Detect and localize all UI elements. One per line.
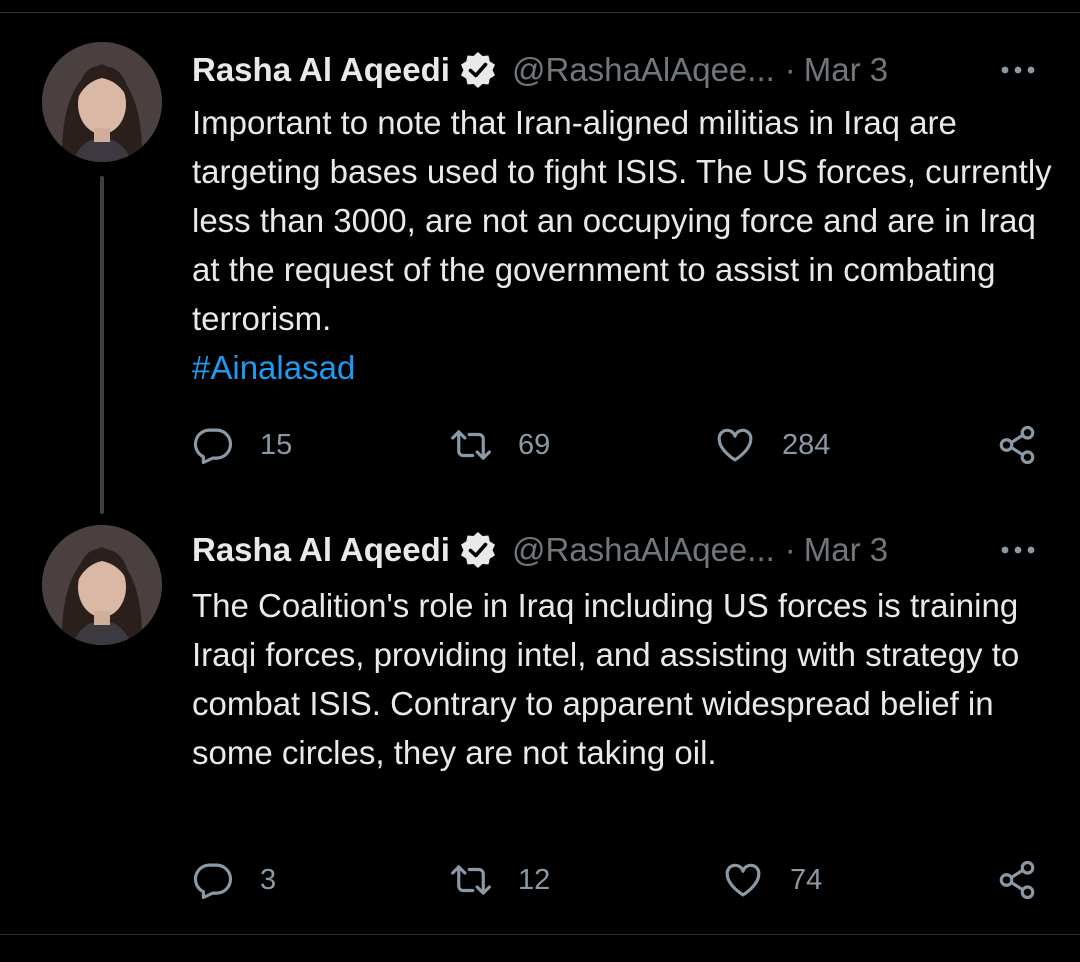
author-avatar[interactable] — [42, 525, 162, 645]
reply-count: 3 — [260, 863, 277, 896]
separator-dot: · — [784, 51, 796, 88]
more-options-icon[interactable] — [998, 527, 1038, 573]
heart-icon — [725, 863, 761, 897]
like-button[interactable]: 284 — [714, 420, 830, 470]
hashtag-link[interactable]: #Ainalasad — [192, 343, 1052, 392]
tweet-actions: 3 12 74 — [0, 855, 1080, 905]
reply-button[interactable]: 15 — [192, 420, 292, 470]
tweet-date[interactable]: Mar 3 — [804, 51, 888, 89]
retweet-button[interactable]: 69 — [450, 420, 550, 470]
heart-icon — [717, 428, 753, 462]
tweet-text: The Coalition's role in Iraq including U… — [192, 581, 1052, 777]
reply-button[interactable]: 3 — [192, 855, 276, 905]
retweet-count: 12 — [518, 863, 551, 896]
tweet-body: The Coalition's role in Iraq including U… — [192, 587, 1020, 771]
verified-badge-icon — [458, 50, 498, 90]
top-divider — [0, 12, 1080, 13]
bottom-divider — [0, 934, 1080, 935]
share-button[interactable] — [996, 420, 1038, 470]
verified-badge-icon — [458, 530, 498, 570]
retweet-icon — [451, 865, 491, 895]
like-count: 284 — [782, 428, 831, 461]
author-avatar[interactable] — [42, 42, 162, 162]
author-name[interactable]: Rasha Al Aqeedi — [192, 531, 450, 569]
like-count: 74 — [790, 863, 823, 896]
retweet-button[interactable]: 12 — [450, 855, 550, 905]
tweet-body: Important to note that Iran-aligned mili… — [192, 104, 1052, 337]
share-icon — [999, 425, 1035, 465]
author-handle[interactable]: @RashaAlAqee... — [512, 51, 775, 89]
author-name[interactable]: Rasha Al Aqeedi — [192, 51, 450, 89]
retweet-icon — [451, 430, 491, 460]
share-icon — [999, 860, 1035, 900]
reply-icon — [193, 428, 232, 465]
share-button[interactable] — [996, 855, 1038, 905]
tweet-date[interactable]: Mar 3 — [804, 531, 888, 569]
like-button[interactable]: 74 — [722, 855, 822, 905]
more-options-icon[interactable] — [998, 47, 1038, 93]
reply-count: 15 — [260, 428, 293, 461]
tweet-header: Rasha Al Aqeedi @RashaAlAqee... · Mar 3 — [192, 527, 888, 573]
retweet-count: 69 — [518, 428, 551, 461]
tweet-header: Rasha Al Aqeedi @RashaAlAqee... · Mar 3 — [192, 47, 888, 93]
tweet-text: Important to note that Iran-aligned mili… — [192, 98, 1052, 392]
tweet-actions: 15 69 284 — [0, 420, 1080, 470]
author-handle[interactable]: @RashaAlAqee... — [512, 531, 775, 569]
separator-dot: · — [784, 531, 796, 568]
reply-icon — [193, 863, 232, 900]
